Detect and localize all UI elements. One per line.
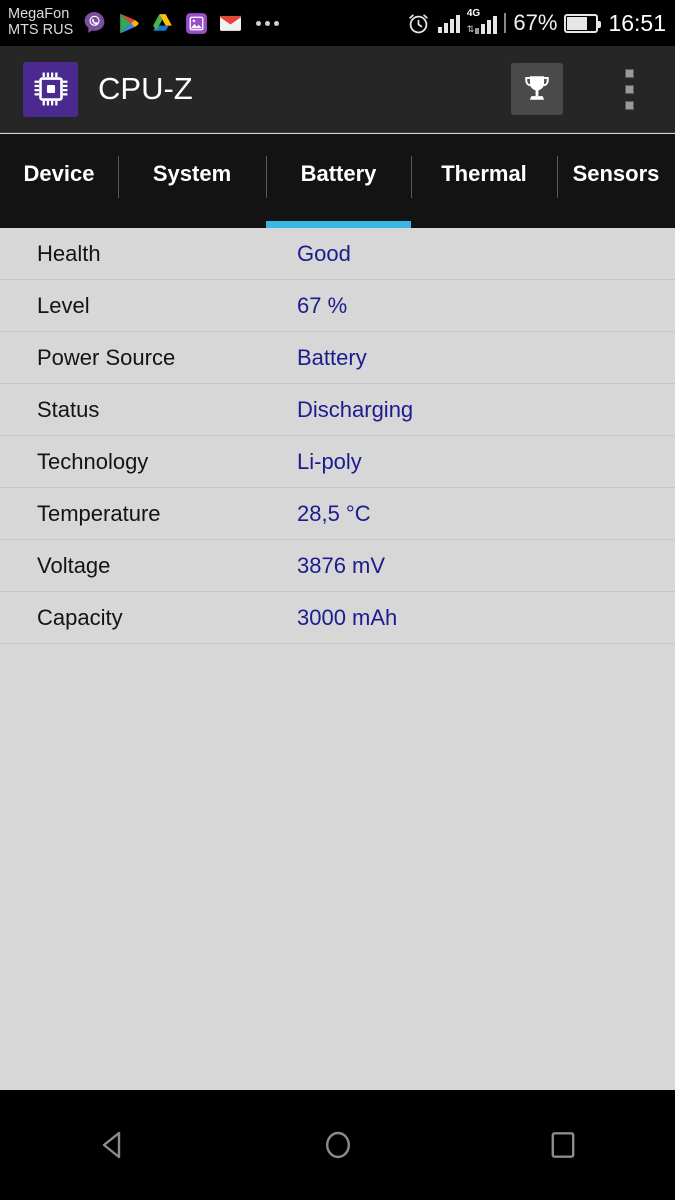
tab-sensors-label: Sensors: [572, 161, 660, 186]
table-row[interactable]: Technology Li-poly: [0, 436, 675, 488]
recents-icon[interactable]: [503, 1090, 623, 1200]
row-value: Li-poly: [297, 448, 362, 474]
carrier-line-1: MegaFon: [8, 6, 70, 23]
home-icon[interactable]: [278, 1090, 398, 1200]
back-icon[interactable]: [53, 1090, 173, 1200]
trophy-icon[interactable]: [511, 63, 563, 115]
row-key: Level: [37, 292, 90, 318]
row-value: Discharging: [297, 396, 414, 422]
tab-system-label: System: [152, 161, 232, 186]
google-play-icon: [116, 11, 141, 36]
table-row[interactable]: Power Source Battery: [0, 332, 675, 384]
system-navigation-bar: [0, 1090, 675, 1200]
clock-label: 16:51: [608, 9, 666, 36]
phone-screen: MegaFon MTS RUS 4G ⇅ 67% 16:51 CPU-Z Dev…: [0, 0, 675, 1200]
battery-icon: [564, 13, 602, 33]
battery-info-list: Health Good Level 67 % Power Source Batt…: [0, 228, 675, 1090]
notification-icons: [82, 11, 280, 36]
viber-icon: [82, 11, 107, 36]
tab-battery-label: Battery: [300, 161, 377, 186]
table-row[interactable]: Status Discharging: [0, 384, 675, 436]
tab-battery[interactable]: Battery: [266, 134, 411, 228]
signal-bars-sim1-icon: [437, 13, 460, 33]
status-bar: MegaFon MTS RUS 4G ⇅ 67% 16:51: [0, 0, 675, 46]
data-transfer-icon: ⇅: [466, 24, 475, 34]
row-value: 3876 mV: [297, 552, 386, 578]
gallery-icon: [184, 11, 209, 36]
alarm-clock-icon: [406, 11, 431, 36]
row-key: Voltage: [37, 552, 111, 578]
overflow-menu-icon[interactable]: [601, 58, 657, 120]
network-type-label: 4G: [466, 8, 481, 19]
gmail-icon: [218, 11, 243, 36]
row-value: Good: [297, 240, 351, 266]
page-title: CPU-Z: [98, 71, 193, 106]
cpu-chip-icon: [23, 61, 78, 117]
row-value: 3000 mAh: [297, 604, 398, 630]
google-drive-icon: [150, 11, 175, 36]
table-row[interactable]: Voltage 3876 mV: [0, 540, 675, 592]
carrier-line-2: MTS RUS: [8, 22, 74, 38]
app-bar-actions: [511, 58, 675, 120]
tab-system[interactable]: System: [118, 134, 266, 228]
row-value: 28,5 °C: [297, 500, 371, 526]
mobile-data-icon: 4G ⇅: [466, 8, 498, 34]
table-row[interactable]: Level 67 %: [0, 280, 675, 332]
tab-thermal-label: Thermal: [441, 161, 527, 186]
status-separator: [504, 13, 507, 33]
row-key: Power Source: [37, 344, 176, 370]
table-row[interactable]: Temperature 28,5 °C: [0, 488, 675, 540]
row-key: Temperature: [37, 500, 161, 526]
table-row[interactable]: Health Good: [0, 228, 675, 280]
tab-thermal[interactable]: Thermal: [411, 134, 557, 228]
tab-sensors[interactable]: Sensors: [557, 134, 675, 228]
app-bar: CPU-Z: [0, 46, 675, 133]
row-key: Status: [37, 396, 100, 422]
tab-device-label: Device: [23, 161, 95, 186]
row-value: Battery: [297, 344, 367, 370]
row-key: Capacity: [37, 604, 123, 630]
carrier-label: MegaFon MTS RUS: [8, 7, 73, 38]
tab-device[interactable]: Device: [0, 134, 118, 228]
row-value: 67 %: [297, 292, 348, 318]
row-key: Health: [37, 240, 101, 266]
battery-percent-label: 67%: [513, 10, 558, 35]
row-key: Technology: [37, 448, 149, 474]
tab-bar: Device System Battery Thermal Sensors: [0, 134, 675, 228]
table-row[interactable]: Capacity 3000 mAh: [0, 592, 675, 644]
more-notifications-icon: [256, 20, 280, 26]
status-bar-right: 4G ⇅ 67% 16:51: [406, 8, 666, 37]
